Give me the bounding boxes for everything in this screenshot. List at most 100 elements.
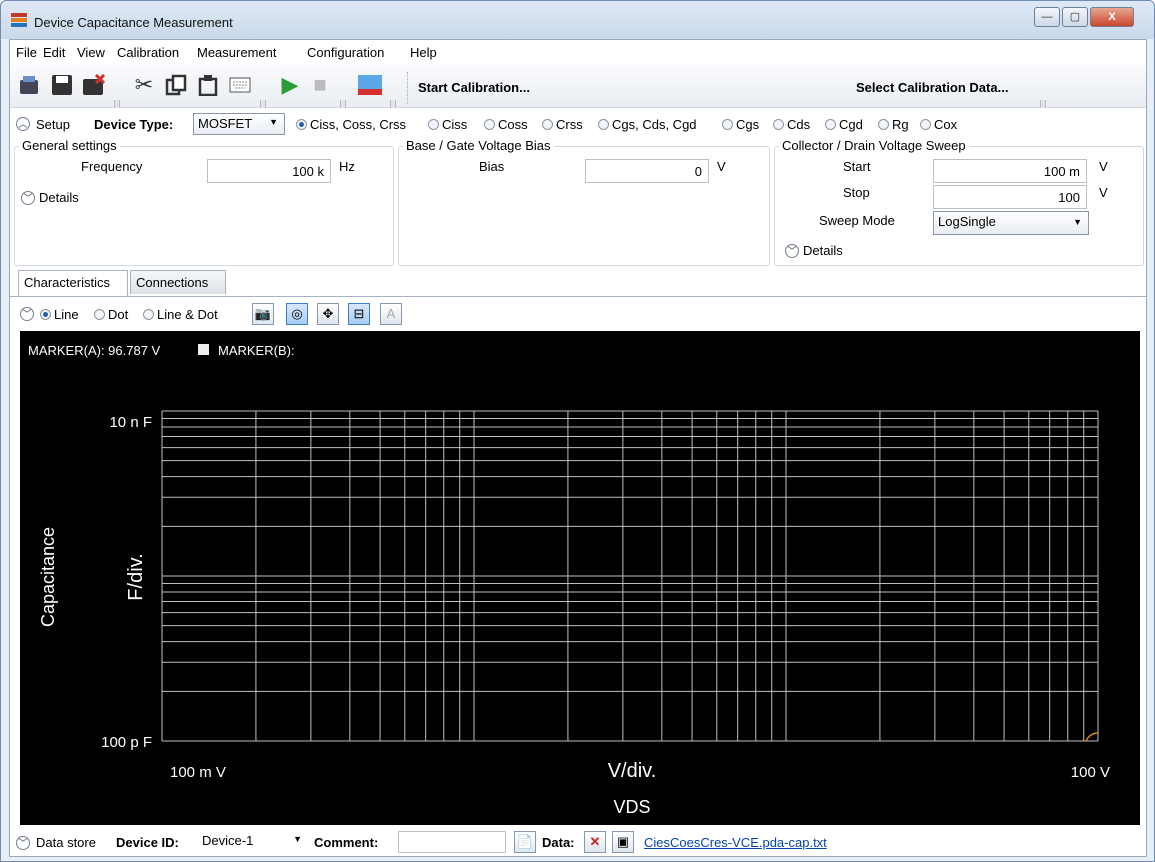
menu-configuration[interactable]: Configuration: [307, 45, 384, 60]
menu-view[interactable]: View: [77, 45, 105, 60]
keyboard-icon[interactable]: [226, 72, 254, 98]
device-id-label: Device ID:: [116, 835, 179, 850]
toolbar-grip[interactable]: [1040, 100, 1046, 108]
tab-connections[interactable]: Connections: [130, 270, 226, 294]
chevron-down-icon: ▼: [1073, 217, 1082, 227]
marker-b-readout: MARKER(B):: [218, 343, 295, 358]
datastore-expand-icon[interactable]: ﹀: [16, 836, 30, 850]
details-expand-icon[interactable]: ﹀: [785, 244, 799, 258]
start-field[interactable]: 100 m: [933, 159, 1087, 183]
mode-label: Rg: [892, 117, 909, 132]
open-data-icon[interactable]: ▣: [612, 831, 634, 853]
bias-title: Base / Gate Voltage Bias: [403, 138, 554, 153]
copy-icon[interactable]: [162, 72, 190, 98]
stop-unit: V: [1099, 185, 1108, 200]
stop-icon[interactable]: ■: [306, 72, 334, 98]
sweep-title: Collector / Drain Voltage Sweep: [779, 138, 969, 153]
marker-target-icon[interactable]: ◎: [286, 303, 308, 325]
x-div-label: V/div.: [608, 760, 657, 782]
y-top-tick-label: 10 n F: [109, 414, 152, 431]
setup-collapse-icon[interactable]: ︿: [16, 117, 30, 131]
mode-radio-crss[interactable]: Crss: [542, 117, 583, 132]
chart-options-expand-icon[interactable]: ﹀: [20, 307, 34, 321]
tab-characteristics[interactable]: Characteristics: [18, 270, 128, 296]
save-icon[interactable]: [48, 72, 76, 98]
mode-label: Cgs, Cds, Cgd: [612, 117, 697, 132]
general-details-label[interactable]: Details: [39, 190, 79, 205]
mode-radio-rg[interactable]: Rg: [878, 117, 909, 132]
marker-cursor[interactable]: [1085, 732, 1099, 742]
marker-line-icon[interactable]: ⊟: [348, 303, 370, 325]
capacitance-chart[interactable]: MARKER(A): 96.787 V MARKER(B): 10 n F 10…: [20, 331, 1140, 825]
radio-icon: [428, 119, 439, 130]
toolbar-grip[interactable]: [390, 100, 396, 108]
toolbar-grip[interactable]: [260, 100, 266, 108]
frequency-label: Frequency: [81, 159, 143, 174]
data-label: Data:: [542, 835, 575, 850]
close-button[interactable]: X: [1090, 7, 1134, 27]
start-unit: V: [1099, 159, 1108, 174]
radio-icon: [920, 119, 931, 130]
bias-field[interactable]: 0: [585, 159, 709, 183]
text-annotation-icon[interactable]: A: [380, 303, 402, 325]
maximize-button[interactable]: ▢: [1062, 7, 1088, 27]
comment-label: Comment:: [314, 835, 379, 850]
setup-label: Setup: [36, 117, 70, 132]
sweep-mode-select[interactable]: LogSingle ▼: [933, 211, 1089, 235]
style-radio-line[interactable]: Line: [40, 307, 79, 322]
y-bottom-tick-label: 100 p F: [101, 734, 152, 751]
mode-radio-cgs-cds-cgd[interactable]: Cgs, Cds, Cgd: [598, 117, 697, 132]
select-calibration-button[interactable]: Select Calibration Data...: [856, 80, 1008, 95]
style-radio-line-dot[interactable]: Line & Dot: [143, 307, 218, 322]
mode-radio-ciss-coss-crss[interactable]: Ciss, Coss, Crss: [296, 117, 406, 132]
menu-edit[interactable]: Edit: [43, 45, 65, 60]
cut-icon[interactable]: ✂: [130, 72, 158, 98]
menu-calibration[interactable]: Calibration: [117, 45, 179, 60]
mode-radio-coss[interactable]: Coss: [484, 117, 528, 132]
toolbar-grip[interactable]: [114, 100, 120, 108]
calibration-icon[interactable]: [356, 72, 384, 98]
stop-field[interactable]: 100: [933, 185, 1087, 209]
device-type-select[interactable]: MOSFET ▼: [193, 113, 285, 135]
general-settings-title: General settings: [19, 138, 120, 153]
run-icon[interactable]: ▶: [276, 72, 304, 98]
device-id-select[interactable]: Device-1 ▼: [198, 831, 308, 853]
toolbar-grip[interactable]: [340, 100, 346, 108]
sweep-group: Collector / Drain Voltage Sweep Start 10…: [774, 138, 1144, 266]
menu-file[interactable]: File: [16, 45, 37, 60]
sweep-details-label[interactable]: Details: [803, 243, 843, 258]
style-radio-dot[interactable]: Dot: [94, 307, 128, 322]
chevron-down-icon: ▼: [293, 834, 302, 844]
mode-radio-cgs[interactable]: Cgs: [722, 117, 759, 132]
menu-measurement[interactable]: Measurement: [197, 45, 276, 60]
window-title: Device Capacitance Measurement: [34, 15, 233, 30]
mode-radio-cox[interactable]: Cox: [920, 117, 957, 132]
radio-icon: [143, 309, 154, 320]
pan-arrows-icon[interactable]: ✥: [317, 303, 339, 325]
setup-row: ︿ Setup Device Type: MOSFET ▼ Ciss, Coss,…: [10, 110, 1146, 136]
chart-grid: [161, 410, 1099, 742]
menu-help[interactable]: Help: [410, 45, 437, 60]
add-comment-icon[interactable]: 📄: [514, 831, 536, 853]
minimize-button[interactable]: —: [1034, 7, 1060, 27]
mode-label: Ciss, Coss, Crss: [310, 117, 407, 132]
start-label: Start: [843, 159, 871, 174]
mode-radio-cgd[interactable]: Cgd: [825, 117, 863, 132]
paste-icon[interactable]: [194, 72, 222, 98]
marker-b-checkbox[interactable]: [198, 344, 209, 355]
details-expand-icon[interactable]: ﹀: [21, 191, 35, 205]
data-file-link[interactable]: CiesCoesCres-VCE.pda-cap.txt: [644, 835, 827, 850]
delete-data-icon[interactable]: ✕: [584, 831, 606, 853]
style-label: Dot: [108, 307, 129, 322]
camera-icon[interactable]: 📷: [252, 303, 274, 325]
frequency-field[interactable]: 100 k: [207, 159, 331, 183]
open-icon[interactable]: [16, 72, 44, 98]
x-axis-label: VDS: [613, 797, 650, 817]
mode-radio-ciss[interactable]: Ciss: [428, 117, 467, 132]
delete-file-icon[interactable]: [80, 72, 108, 98]
mode-radio-cds[interactable]: Cds: [773, 117, 810, 132]
x-left-tick-label: 100 m V: [170, 764, 226, 781]
start-calibration-button[interactable]: Start Calibration...: [418, 80, 530, 95]
comment-field[interactable]: [398, 831, 506, 853]
general-settings-group: General settings Frequency 100 k Hz ﹀ De…: [14, 138, 394, 266]
